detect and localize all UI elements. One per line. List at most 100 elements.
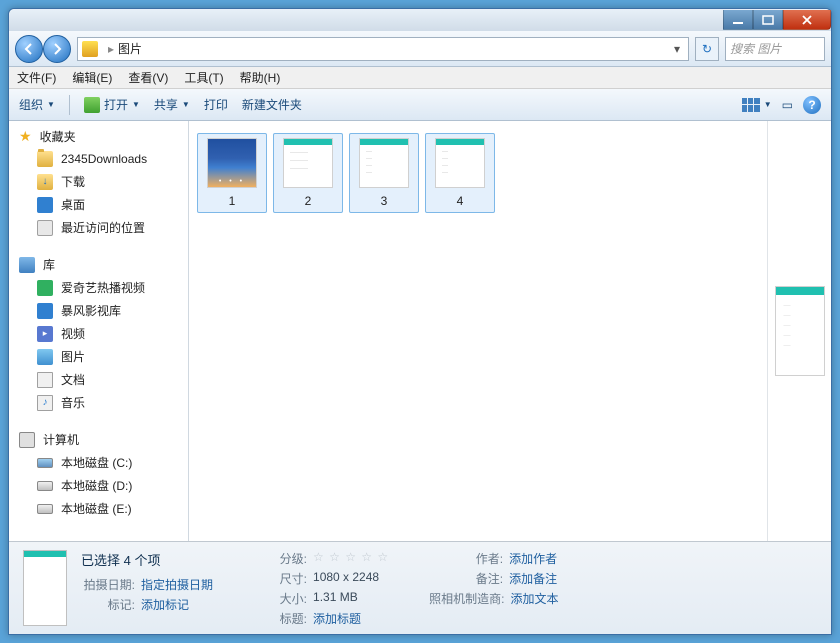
sidebar-item-iqiyi[interactable]: 爱奇艺热播视频 [9,276,188,299]
address-bar[interactable]: ▸ 图片 ▾ [77,37,689,61]
shot-date-value[interactable]: 指定拍摄日期 [141,576,213,593]
preview-pane [767,121,831,541]
refresh-button[interactable]: ↻ [695,37,719,61]
tag-label: 标记: [81,596,135,613]
title2-value[interactable]: 添加标题 [313,610,361,627]
thumbnail-image [359,138,409,188]
note-value[interactable]: 添加备注 [509,570,557,587]
close-button[interactable] [783,10,831,30]
organize-button[interactable]: 组织▼ [19,96,55,113]
main-area: 1 2 3 4 [189,121,831,541]
rating-stars[interactable]: ☆ ☆ ☆ ☆ ☆ [313,550,389,567]
help-button[interactable]: ? [803,96,821,114]
sidebar-computer-header[interactable]: 计算机 [9,428,188,451]
sidebar-item-baofeng[interactable]: 暴风影视库 [9,299,188,322]
explorer-window: ▸ 图片 ▾ ↻ 搜索 图片 文件(F) 编辑(E) 查看(V) 工具(T) 帮… [8,8,832,635]
folder-icon [37,151,53,167]
toolbar-separator [69,95,70,115]
folder-icon [82,41,98,57]
music-icon [37,395,53,411]
tag-value[interactable]: 添加标记 [141,596,189,613]
file-thumbnail[interactable]: 4 [425,133,495,213]
document-icon [37,372,53,388]
back-button[interactable] [15,35,43,63]
caret-down-icon: ▼ [47,100,55,109]
file-thumbnail[interactable]: 2 [273,133,343,213]
sidebar-item-videos[interactable]: 视频 [9,322,188,345]
share-button[interactable]: 共享▼ [154,96,190,113]
cam-label: 照相机制造商: [429,590,504,607]
star-icon: ★ [19,128,32,145]
menu-tools[interactable]: 工具(T) [184,69,223,86]
download-icon [37,174,53,190]
search-placeholder: 搜索 图片 [730,40,781,57]
drive-icon [37,481,53,491]
file-thumbnail[interactable]: 3 [349,133,419,213]
sidebar-favorites-header[interactable]: ★收藏夹 [9,125,188,148]
titlebar[interactable] [9,9,831,31]
title2-label: 标题: [253,610,307,627]
sidebar-item-drive-e[interactable]: 本地磁盘 (E:) [9,497,188,520]
filesize-label: 大小: [253,590,307,607]
recent-icon [37,220,53,236]
maximize-button[interactable] [753,10,783,30]
sidebar-item-downloads[interactable]: 下载 [9,170,188,193]
caret-down-icon: ▼ [764,100,772,109]
menu-view[interactable]: 查看(V) [128,69,168,86]
filesize-value: 1.31 MB [313,590,358,607]
sidebar[interactable]: ★收藏夹 2345Downloads 下载 桌面 最近访问的位置 库 爱奇艺热播… [9,121,189,541]
sidebar-item-desktop[interactable]: 桌面 [9,193,188,216]
file-thumbnail[interactable]: 1 [197,133,267,213]
new-folder-button[interactable]: 新建文件夹 [242,96,302,113]
open-button[interactable]: 打开▼ [84,96,140,113]
print-button[interactable]: 打印 [204,96,228,113]
library-icon [19,257,35,273]
breadcrumb-separator-icon: ▸ [108,42,114,56]
details-thumbnail [23,550,67,626]
computer-icon [19,432,35,448]
thumbnails-icon [742,98,760,112]
video-icon [37,326,53,342]
rating-label: 分级: [253,550,307,567]
author-value[interactable]: 添加作者 [509,550,557,567]
caret-down-icon: ▼ [132,100,140,109]
cam-value[interactable]: 添加文本 [510,590,558,607]
toolbar: 组织▼ 打开▼ 共享▼ 打印 新建文件夹 ▼ ▭ ? [9,89,831,121]
sidebar-libraries-header[interactable]: 库 [9,253,188,276]
sidebar-item-pictures[interactable]: 图片 [9,345,188,368]
forward-button[interactable] [43,35,71,63]
thumbnail-image [283,138,333,188]
sidebar-item-drive-c[interactable]: 本地磁盘 (C:) [9,451,188,474]
thumbnail-label: 2 [305,194,312,208]
preview-image [775,286,825,376]
thumbnail-grid[interactable]: 1 2 3 4 [189,121,767,541]
menubar: 文件(F) 编辑(E) 查看(V) 工具(T) 帮助(H) [9,67,831,89]
details-pane: 已选择 4 个项 拍摄日期:指定拍摄日期 标记:添加标记 分级:☆ ☆ ☆ ☆ … [9,542,831,634]
sidebar-item-2345downloads[interactable]: 2345Downloads [9,148,188,170]
size-label: 尺寸: [253,570,307,587]
caret-down-icon: ▼ [182,100,190,109]
note-label: 备注: [429,570,503,587]
minimize-button[interactable] [723,10,753,30]
addrbar-dropdown-icon[interactable]: ▾ [674,42,680,56]
size-value: 1080 x 2248 [313,570,379,587]
menu-file[interactable]: 文件(F) [17,69,56,86]
preview-pane-button[interactable]: ▭ [782,98,793,112]
details-title: 已选择 4 个项 [81,550,213,569]
desktop-icon [37,197,53,213]
search-input[interactable]: 搜索 图片 [725,37,825,61]
nav-row: ▸ 图片 ▾ ↻ 搜索 图片 [9,31,831,67]
menu-help[interactable]: 帮助(H) [240,69,281,86]
menu-edit[interactable]: 编辑(E) [72,69,112,86]
address-path[interactable]: 图片 [118,40,142,57]
sidebar-item-music[interactable]: 音乐 [9,391,188,414]
drive-icon [37,504,53,514]
sidebar-item-documents[interactable]: 文档 [9,368,188,391]
open-icon [84,97,100,113]
sidebar-item-recent[interactable]: 最近访问的位置 [9,216,188,239]
body: ★收藏夹 2345Downloads 下载 桌面 最近访问的位置 库 爱奇艺热播… [9,121,831,542]
sidebar-item-drive-d[interactable]: 本地磁盘 (D:) [9,474,188,497]
view-mode-button[interactable]: ▼ [742,98,772,112]
thumbnail-image [435,138,485,188]
thumbnail-label: 3 [381,194,388,208]
